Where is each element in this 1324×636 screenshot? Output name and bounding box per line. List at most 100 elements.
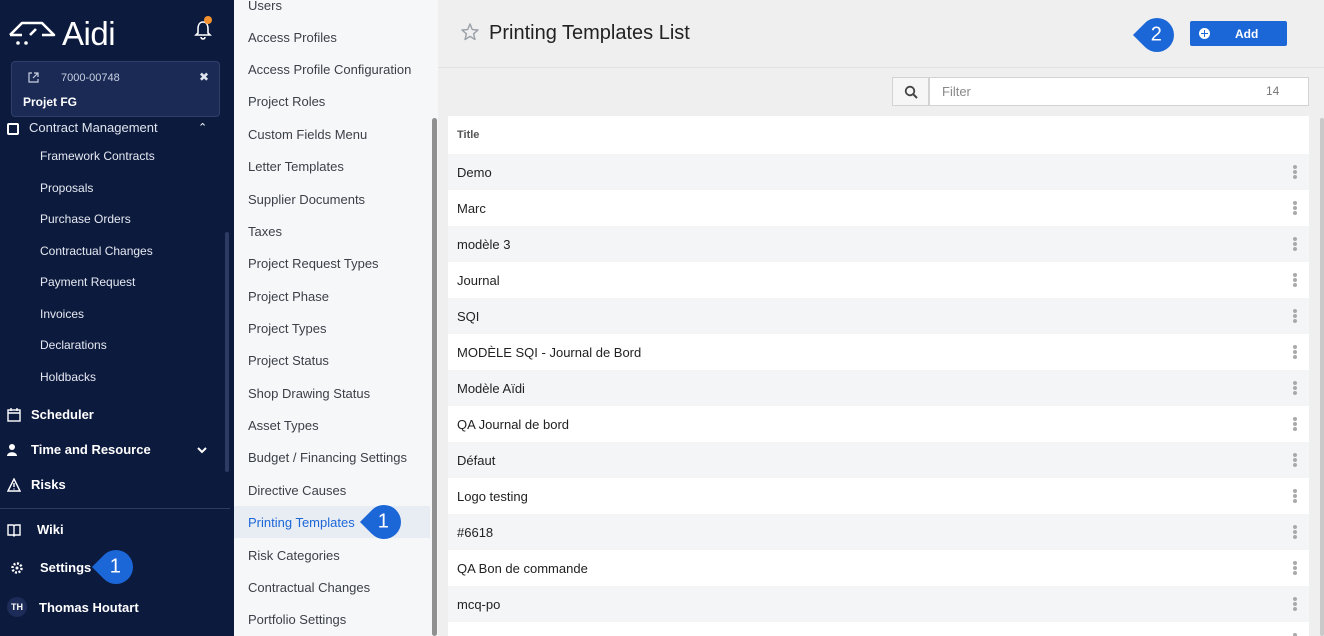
menu-item-taxes[interactable]: Taxes: [234, 215, 430, 247]
kebab-menu-icon[interactable]: [1293, 417, 1297, 431]
kebab-menu-icon[interactable]: [1293, 453, 1297, 467]
nav-item-label: Scheduler: [31, 407, 94, 422]
row-title: SQI: [457, 308, 480, 324]
nav-section-contract-management[interactable]: Contract Management ⌃: [0, 120, 234, 136]
nav-item-label: Settings: [40, 560, 92, 575]
table-row[interactable]: Logo testing: [448, 478, 1309, 514]
table-row[interactable]: Marc: [448, 190, 1309, 226]
user-name[interactable]: Thomas Houtart: [39, 600, 139, 615]
nav-item-wiki[interactable]: Wiki: [7, 522, 64, 537]
filter-input[interactable]: [929, 77, 1309, 106]
menu-item-access-profiles[interactable]: Access Profiles: [234, 21, 430, 53]
star-icon[interactable]: [460, 22, 480, 42]
nav-item-settings[interactable]: Settings: [10, 560, 91, 575]
kebab-menu-icon[interactable]: [1293, 201, 1297, 215]
menu-item-supplier-documents[interactable]: Supplier Documents: [234, 183, 430, 215]
table-row[interactable]: modèle 3: [448, 226, 1309, 262]
main-nav: Aidi 7000-00748 ✖ Projet FG Contract Man…: [0, 0, 234, 636]
menu-item-shop-drawing-status[interactable]: Shop Drawing Status: [234, 377, 430, 409]
nav-item-holdbacks[interactable]: Holdbacks: [40, 370, 96, 384]
menu-item-risk-categories[interactable]: Risk Categories: [234, 539, 430, 571]
kebab-menu-icon[interactable]: [1293, 345, 1297, 359]
close-icon[interactable]: ✖: [199, 70, 209, 84]
kebab-menu-icon[interactable]: [1293, 237, 1297, 251]
menu-item-access-profile-configuration[interactable]: Access Profile Configuration: [234, 53, 430, 85]
book-icon: [7, 523, 21, 537]
page-header: Printing Templates List Add: [438, 0, 1324, 68]
nav-item-label: Time and Resource: [31, 442, 151, 457]
search-button[interactable]: [892, 77, 929, 106]
table-row[interactable]: SQI: [448, 298, 1309, 334]
kebab-menu-icon[interactable]: [1293, 489, 1297, 503]
kebab-menu-icon[interactable]: [1293, 165, 1297, 179]
table-row[interactable]: MODÈLE SQI - Journal de Bord: [448, 334, 1309, 370]
row-title: Demo: [457, 164, 492, 180]
menu-item-portfolio-settings[interactable]: Portfolio Settings: [234, 603, 430, 635]
external-link-icon[interactable]: [28, 72, 39, 83]
nav-section-label: Contract Management: [29, 120, 158, 135]
table-row[interactable]: QA Journal de bord: [448, 406, 1309, 442]
row-title: mcq-po: [457, 596, 501, 612]
nav-item-payment-request[interactable]: Payment Request: [40, 275, 135, 289]
nav-divider: [0, 508, 230, 509]
chevron-up-icon[interactable]: ⌃: [198, 121, 207, 134]
table-scrollbar[interactable]: [1320, 118, 1324, 636]
menu-item-project-types[interactable]: Project Types: [234, 312, 430, 344]
table-row[interactable]: [448, 622, 1309, 636]
row-title: Défaut: [457, 452, 496, 468]
table-row[interactable]: Demo: [448, 154, 1309, 190]
nav-item-risks[interactable]: Risks: [7, 477, 66, 492]
row-title: Logo testing: [457, 488, 528, 504]
table-row[interactable]: mcq-po: [448, 586, 1309, 622]
notification-dot: [204, 16, 212, 24]
avatar[interactable]: TH: [7, 597, 27, 617]
menu-item-project-request-types[interactable]: Project Request Types: [234, 247, 430, 279]
settings-menu-scrollbar[interactable]: [432, 118, 437, 636]
row-title: Marc: [457, 200, 486, 216]
kebab-menu-icon[interactable]: [1293, 561, 1297, 575]
nav-item-time-and-resource[interactable]: Time and Resource: [7, 442, 151, 457]
table-row[interactable]: Journal: [448, 262, 1309, 298]
brand-logo[interactable]: Aidi: [8, 16, 116, 52]
nav-item-label: Risks: [31, 477, 66, 492]
kebab-menu-icon[interactable]: [1293, 597, 1297, 611]
kebab-menu-icon[interactable]: [1293, 525, 1297, 539]
nav-item-framework-contracts[interactable]: Framework Contracts: [40, 149, 155, 163]
row-title: QA Bon de commande: [457, 560, 588, 576]
menu-item-contractual-changes[interactable]: Contractual Changes: [234, 571, 430, 603]
page-title: Printing Templates List: [489, 22, 690, 44]
menu-item-project-status[interactable]: Project Status: [234, 344, 430, 376]
row-title: MODÈLE SQI - Journal de Bord: [457, 344, 642, 360]
nav-item-declarations[interactable]: Declarations: [40, 338, 107, 352]
table-row[interactable]: Défaut: [448, 442, 1309, 478]
nav-item-scheduler[interactable]: Scheduler: [7, 407, 94, 422]
column-header-title[interactable]: Title: [448, 116, 1309, 154]
add-button[interactable]: Add: [1190, 21, 1287, 46]
table-row[interactable]: #6618: [448, 514, 1309, 550]
menu-item-budget-financing-settings[interactable]: Budget / Financing Settings: [234, 441, 430, 473]
menu-item-letter-templates[interactable]: Letter Templates: [234, 150, 430, 182]
menu-item-directive-causes[interactable]: Directive Causes: [234, 474, 430, 506]
calendar-icon: [7, 407, 21, 422]
nav-item-contractual-changes[interactable]: Contractual Changes: [40, 244, 153, 258]
table-row[interactable]: Modèle Aïdi: [448, 370, 1309, 406]
menu-item-asset-types[interactable]: Asset Types: [234, 409, 430, 441]
nav-item-purchase-orders[interactable]: Purchase Orders: [40, 212, 131, 226]
menu-item-custom-fields-menu[interactable]: Custom Fields Menu: [234, 118, 430, 150]
kebab-menu-icon[interactable]: [1293, 309, 1297, 323]
menu-item-project-roles[interactable]: Project Roles: [234, 85, 430, 117]
nav-item-proposals[interactable]: Proposals: [40, 181, 93, 195]
project-selector[interactable]: 7000-00748 ✖ Projet FG: [11, 61, 220, 117]
nav-item-invoices[interactable]: Invoices: [40, 307, 84, 321]
row-title: #6618: [457, 524, 494, 540]
kebab-menu-icon[interactable]: [1293, 273, 1297, 287]
chevron-down-icon[interactable]: [196, 444, 208, 456]
row-title: QA Journal de bord: [457, 416, 570, 432]
table-row[interactable]: QA Bon de commande: [448, 550, 1309, 586]
plus-circle-icon: [1199, 28, 1210, 39]
menu-item-users[interactable]: Users: [234, 0, 430, 21]
menu-item-project-phase[interactable]: Project Phase: [234, 280, 430, 312]
kebab-menu-icon[interactable]: [1293, 381, 1297, 395]
nav-scrollbar[interactable]: [225, 232, 229, 472]
result-count: 14: [1266, 84, 1280, 98]
